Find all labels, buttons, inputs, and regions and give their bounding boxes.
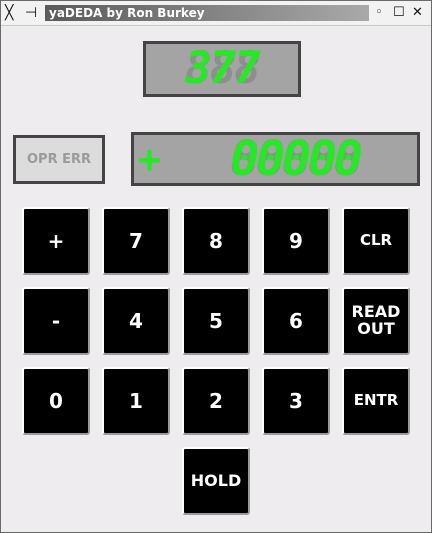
key-2-label: 2 xyxy=(209,388,223,413)
plus-key[interactable]: + xyxy=(22,207,90,275)
key-0-label: 0 xyxy=(49,388,63,413)
x-logo-icon[interactable]: ╳ xyxy=(5,4,13,22)
clr-key-label: CLR xyxy=(359,231,393,250)
key-7[interactable]: 7 xyxy=(102,207,170,275)
address-display-digits: 377 xyxy=(185,43,260,94)
key-3-label: 3 xyxy=(289,388,303,413)
yadeda-window: ╳ ⊣ yaDEDA by Ron Burkey ◦ ☐ ✕ 888 377 O… xyxy=(0,0,432,533)
key-8-label: 8 xyxy=(209,228,223,253)
key-5[interactable]: 5 xyxy=(182,287,250,355)
key-0[interactable]: 0 xyxy=(22,367,90,435)
key-1-label: 1 xyxy=(129,388,143,413)
clr-key[interactable]: CLR xyxy=(342,207,410,275)
minus-key[interactable]: - xyxy=(22,287,90,355)
address-display: 888 377 xyxy=(143,41,301,97)
minus-key-label: - xyxy=(51,308,61,333)
key-2[interactable]: 2 xyxy=(182,367,250,435)
key-3[interactable]: 3 xyxy=(262,367,330,435)
window-title: yaDEDA by Ron Burkey xyxy=(45,5,369,21)
key-6[interactable]: 6 xyxy=(262,287,330,355)
close-icon[interactable]: ✕ xyxy=(412,4,423,22)
title-bar[interactable]: ╳ ⊣ yaDEDA by Ron Burkey ◦ ☐ ✕ xyxy=(1,1,431,26)
data-display-digits: 00000 xyxy=(230,132,363,186)
entr-key-label: ENTR xyxy=(353,391,399,410)
key-4-label: 4 xyxy=(129,308,143,333)
pin-icon[interactable]: ⊣ xyxy=(25,4,37,22)
maximize-icon[interactable]: ☐ xyxy=(393,4,405,22)
readout-key[interactable]: READ OUT xyxy=(342,287,410,355)
data-display: 88888 + 00000 xyxy=(131,132,420,186)
entr-key[interactable]: ENTR xyxy=(342,367,410,435)
key-8[interactable]: 8 xyxy=(182,207,250,275)
minimize-icon[interactable]: ◦ xyxy=(375,4,383,22)
key-1[interactable]: 1 xyxy=(102,367,170,435)
key-5-label: 5 xyxy=(209,308,223,333)
readout-key-label-line2: OUT xyxy=(357,319,395,338)
key-9[interactable]: 9 xyxy=(262,207,330,275)
hold-key-label: HOLD xyxy=(190,470,242,490)
opr-err-indicator: OPR ERR xyxy=(13,135,105,184)
plus-key-label: + xyxy=(47,228,65,253)
hold-key[interactable]: HOLD xyxy=(182,447,250,515)
key-7-label: 7 xyxy=(129,228,143,253)
key-9-label: 9 xyxy=(289,228,303,253)
data-display-sign: + xyxy=(138,137,161,181)
key-6-label: 6 xyxy=(289,308,303,333)
key-4[interactable]: 4 xyxy=(102,287,170,355)
